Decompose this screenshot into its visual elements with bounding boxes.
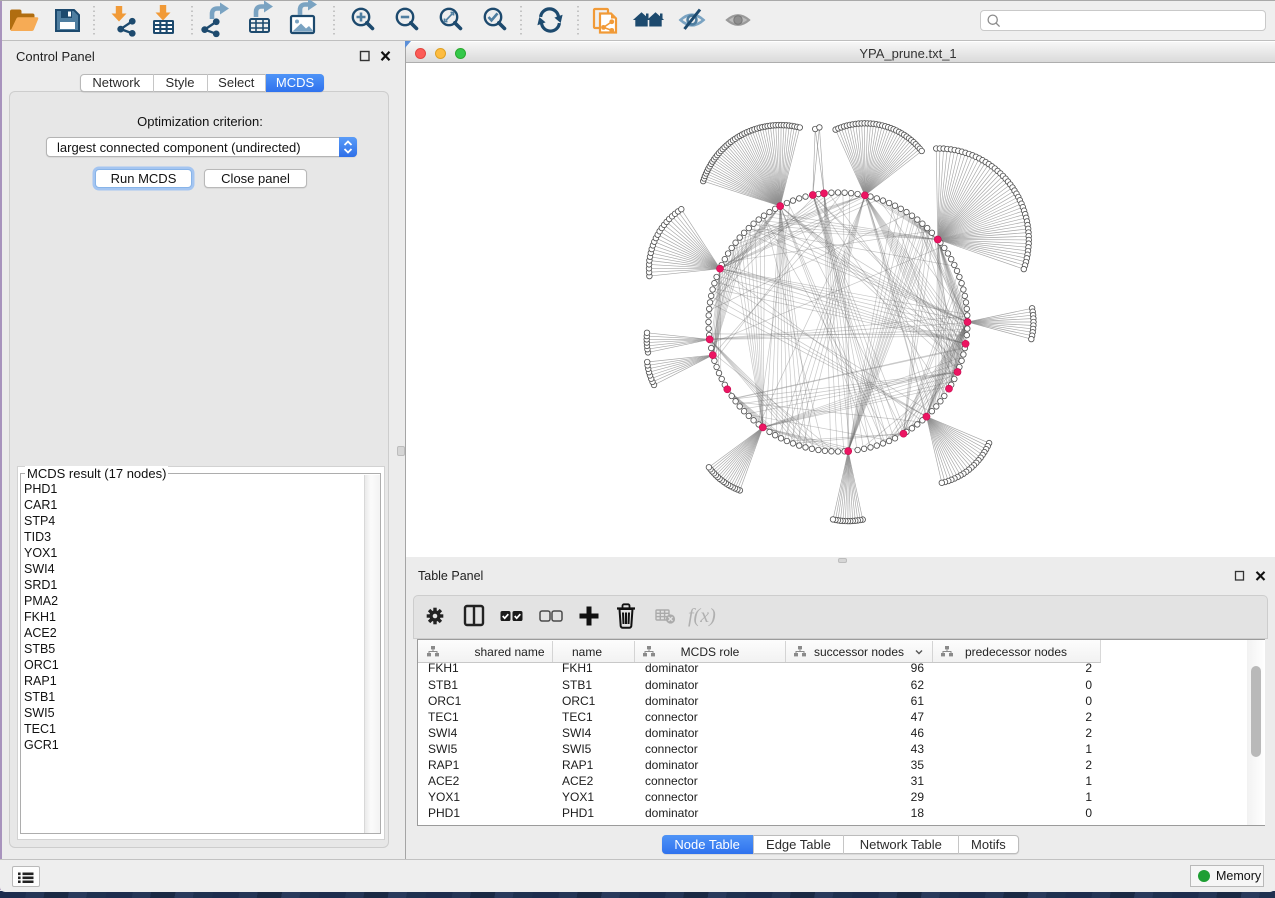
svg-text:f(x): f(x) (688, 605, 716, 627)
